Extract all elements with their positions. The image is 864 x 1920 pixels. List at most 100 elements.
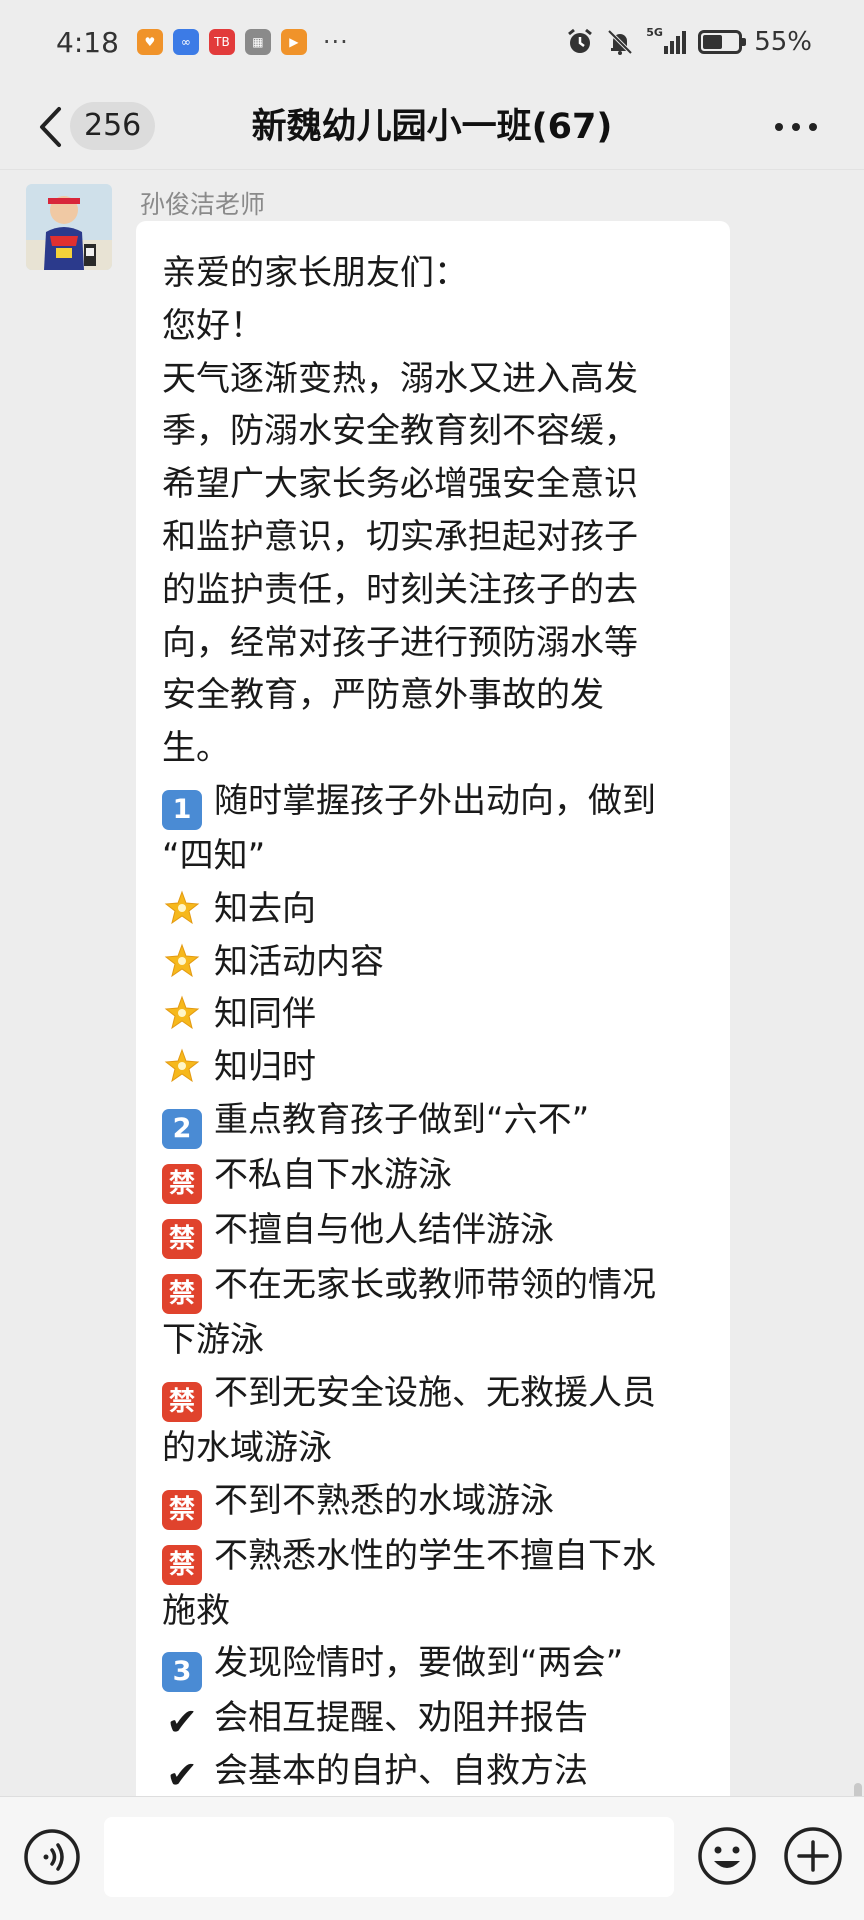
message-line-text: 和监护意识，切实承担起对孩子 — [162, 516, 638, 557]
message-line: 知活动内容 — [162, 936, 702, 989]
message-line: 的水域游泳 — [162, 1422, 702, 1475]
message-line: 2 重点教育孩子做到“六不” — [162, 1094, 702, 1149]
message-line-text: 不在无家长或教师带领的情况 — [214, 1264, 656, 1305]
message-line: “四知” — [162, 830, 702, 883]
message-line-text: 的水域游泳 — [162, 1427, 332, 1468]
number-keycap-icon: 2 — [162, 1108, 202, 1149]
check-mark-icon: ✔ — [166, 1700, 198, 1745]
heart-app-icon: ♥ — [136, 29, 163, 55]
battery-level — [703, 35, 722, 49]
prohibited-sign-icon: 禁 — [162, 1218, 202, 1259]
message-line-text: 安全教育，严防意外事故的发 — [162, 675, 604, 716]
more-options-button[interactable] — [768, 106, 824, 148]
message-line-text: 生。 — [162, 728, 230, 769]
message-line: ✔ 会基本的自护、自救方法 — [162, 1745, 702, 1796]
status-bar: 4:18 ♥ ∞ TB ▦ ▶ ··· 5G 55% — [0, 0, 864, 84]
emoji-button[interactable] — [696, 1825, 758, 1887]
sender-avatar[interactable] — [26, 184, 112, 270]
prohibited-sign-icon: 禁 — [162, 1163, 202, 1204]
more-notifications-icon: ··· — [322, 28, 349, 56]
message-line: ✔ 会相互提醒、劝阻并报告 — [162, 1692, 702, 1745]
message-line: 天气逐渐变热，溺水又进入高发 — [162, 353, 702, 406]
message-line-text: 施救 — [162, 1590, 230, 1631]
message-list[interactable]: 孙俊洁老师 亲爱的家长朋友们： 您好！ 天气逐渐变热，溺水又进入高发 季，防溺水安全教… — [0, 171, 864, 1796]
check-mark-icon: ✔ — [166, 1753, 198, 1796]
message-line: 禁不私自下水游泳 — [162, 1149, 702, 1204]
more-dots-icon — [775, 123, 817, 131]
message-line-text: 重点教育孩子做到“六不” — [214, 1099, 590, 1140]
news-app-icon: TB — [208, 29, 235, 55]
message-text: 亲爱的家长朋友们： 您好！ 天气逐渐变热，溺水又进入高发 季，防溺水安全教育刻不容缓，… — [162, 247, 702, 1796]
message-line: 禁不到不熟悉的水域游泳 — [162, 1475, 702, 1530]
sender-name: 孙俊洁老师 — [140, 190, 266, 219]
message-line-text: 会基本的自护、自救方法 — [214, 1751, 588, 1792]
status-right: 5G 55% — [566, 26, 812, 57]
message-input[interactable] — [104, 1817, 674, 1897]
message-line-text: 季，防溺水安全教育刻不容缓， — [162, 411, 638, 452]
glowing-star-icon — [162, 995, 202, 1035]
message-line: 禁不在无家长或教师带领的情况 — [162, 1259, 702, 1314]
message-line: 知去向 — [162, 883, 702, 936]
message-line: 向，经常对孩子进行预防溺水等 — [162, 617, 702, 670]
prohibited-sign-icon: 禁 — [162, 1544, 202, 1585]
message-line-text: 发现险情时，要做到“两会” — [214, 1643, 624, 1684]
smiley-icon — [698, 1827, 756, 1885]
number-keycap-icon: 1 — [162, 789, 202, 830]
message-line: 禁不熟悉水性的学生不擅自下水 — [162, 1530, 702, 1585]
glowing-star-icon — [162, 943, 202, 983]
message-line: 1 随时掌握孩子外出动向，做到 — [162, 775, 702, 830]
message-line: 施救 — [162, 1585, 702, 1638]
battery-percent: 55% — [754, 27, 812, 57]
plus-icon — [784, 1827, 842, 1885]
message-line: 3 发现险情时，要做到“两会” — [162, 1637, 702, 1693]
message-line-text: 不到无安全设施、无救援人员 — [214, 1372, 656, 1413]
input-bar — [0, 1796, 864, 1920]
message-line: 您好！ — [162, 300, 702, 353]
message-line: 下游泳 — [162, 1314, 702, 1367]
message-line-text: 知同伴 — [214, 994, 316, 1035]
message-line-text: 下游泳 — [162, 1319, 264, 1360]
message-line-text: 不私自下水游泳 — [214, 1154, 452, 1195]
message-line-text: 天气逐渐变热，溺水又进入高发 — [162, 358, 638, 399]
child-photo-avatar — [26, 184, 112, 270]
message-line: 知归时 — [162, 1041, 702, 1094]
prohibited-sign-icon: 禁 — [162, 1273, 202, 1314]
message-line-text: 不到不熟悉的水域游泳 — [214, 1480, 554, 1521]
message-line-text: 随时掌握孩子外出动向，做到 — [214, 780, 656, 821]
message-line: 禁不擅自与他人结伴游泳 — [162, 1204, 702, 1259]
battery-icon — [698, 30, 747, 54]
message-line: 禁不到无安全设施、无救援人员 — [162, 1367, 702, 1422]
prohibited-sign-icon: 禁 — [162, 1381, 202, 1422]
status-left: 4:18 ♥ ∞ TB ▦ ▶ ··· — [56, 26, 349, 59]
message-line-text: 会相互提醒、劝阻并报告 — [214, 1698, 588, 1739]
cloud-app-icon: ∞ — [172, 29, 199, 55]
voice-icon — [24, 1829, 80, 1885]
gallery-app-icon: ▦ — [244, 29, 271, 55]
unread-count-badge[interactable]: 256 — [70, 102, 156, 150]
message-line: 安全教育，严防意外事故的发 — [162, 669, 702, 722]
scrollbar[interactable] — [854, 1783, 862, 1796]
message-line: 希望广大家长务必增强安全意识 — [162, 458, 702, 511]
message-line: 生。 — [162, 722, 702, 775]
message-line: 和监护意识，切实承担起对孩子 — [162, 511, 702, 564]
chat-header: 256 新魏幼儿园小一班(67) — [0, 84, 864, 170]
message-bubble[interactable]: 亲爱的家长朋友们： 您好！ 天气逐渐变热，溺水又进入高发 季，防溺水安全教育刻不容缓，… — [136, 221, 730, 1796]
message-line: 知同伴 — [162, 988, 702, 1041]
back-button[interactable] — [30, 101, 70, 153]
message-line-text: 的监护责任，时刻关注孩子的去 — [162, 569, 638, 610]
message-line-text: 您好！ — [162, 305, 264, 346]
voice-input-button[interactable] — [22, 1827, 82, 1887]
message-line: 亲爱的家长朋友们： — [162, 247, 702, 300]
chevron-left-icon — [40, 107, 61, 147]
message-line-text: 不熟悉水性的学生不擅自下水 — [214, 1535, 656, 1576]
video-app-icon: ▶ — [280, 29, 307, 55]
message-line: 的监护责任，时刻关注孩子的去 — [162, 564, 702, 617]
prohibited-sign-icon: 禁 — [162, 1489, 202, 1530]
message-line-text: 知归时 — [214, 1047, 316, 1088]
message-line-text: “四知” — [162, 835, 266, 876]
message-line-text: 希望广大家长务必增强安全意识 — [162, 464, 638, 505]
alarm-icon — [566, 28, 594, 56]
more-functions-button[interactable] — [782, 1825, 844, 1887]
network-label: 5G — [646, 26, 663, 39]
message-line-text: 不擅自与他人结伴游泳 — [214, 1209, 554, 1250]
